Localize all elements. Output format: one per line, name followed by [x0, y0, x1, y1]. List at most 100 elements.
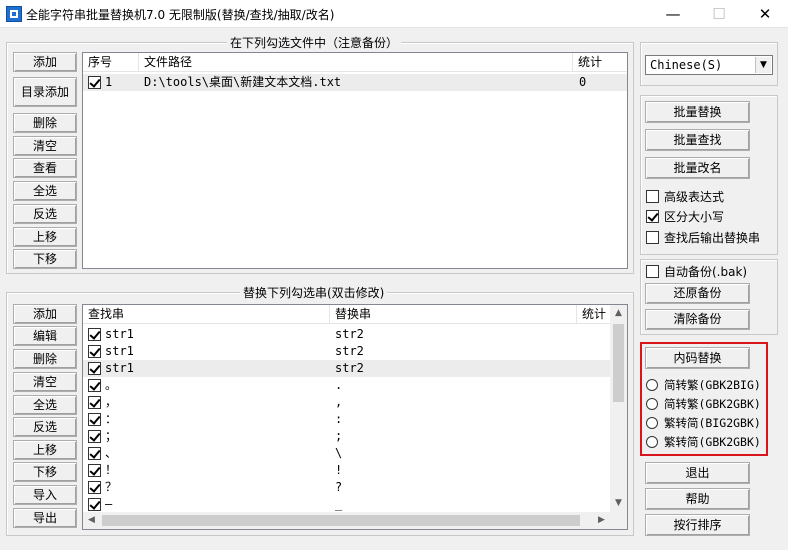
rule-row[interactable]: ！ !: [83, 462, 610, 479]
rule-row-checkbox[interactable]: [88, 464, 101, 477]
rule-row[interactable]: — _: [83, 496, 610, 513]
rule-move-down-button[interactable]: 下移: [13, 462, 77, 482]
radio-gbk2gbk-simp[interactable]: 繁转简(GBK2GBK): [646, 433, 764, 451]
auto-backup-option[interactable]: 自动备份(.bak): [646, 263, 774, 280]
auto-backup-checkbox[interactable]: [646, 265, 659, 278]
file-add-button[interactable]: 添加: [13, 52, 77, 72]
rule-row-checkbox[interactable]: [88, 413, 101, 426]
rule-invert-button[interactable]: 反选: [13, 417, 77, 437]
case-sensitive-checkbox[interactable]: [646, 210, 659, 223]
rule-edit-button[interactable]: 编辑: [13, 326, 77, 346]
file-list[interactable]: 序号 文件路径 统计 1 D:\tools\桌面\新建文本文档.txt 0: [82, 52, 628, 269]
close-button[interactable]: ✕: [742, 0, 788, 28]
rule-import-button[interactable]: 导入: [13, 485, 77, 505]
rule-row-checkbox[interactable]: [88, 430, 101, 443]
clear-backup-button[interactable]: 清除备份: [645, 309, 750, 330]
radio-big2gbk-label: 繁转简(BIG2GBK): [664, 416, 761, 430]
file-view-button[interactable]: 查看: [13, 158, 77, 178]
rule-clear-button[interactable]: 清空: [13, 372, 77, 392]
rule-replace: ?: [335, 480, 343, 494]
rule-row[interactable]: ？ ?: [83, 479, 610, 496]
language-value: Chinese(S): [650, 58, 723, 72]
dir-add-button[interactable]: 目录添加: [13, 77, 77, 107]
rule-delete-button[interactable]: 删除: [13, 349, 77, 369]
radio-gbk2gbk-simp-circle[interactable]: [646, 436, 658, 448]
language-select[interactable]: Chinese(S) ▼: [645, 55, 773, 75]
rule-row-checkbox[interactable]: [88, 362, 101, 375]
rule-row[interactable]: ， ,: [83, 394, 610, 411]
radio-gbk2big[interactable]: 简转繁(GBK2BIG): [646, 376, 764, 394]
file-invert-button[interactable]: 反选: [13, 204, 77, 224]
chevron-down-icon[interactable]: ▼: [755, 57, 771, 73]
case-sensitive-option[interactable]: 区分大小写: [646, 208, 774, 225]
file-move-up-button[interactable]: 上移: [13, 227, 77, 247]
file-row[interactable]: 1 D:\tools\桌面\新建文本文档.txt 0: [83, 74, 627, 91]
column-index[interactable]: 序号: [83, 53, 139, 72]
file-group-title: 在下列勾选文件中（注意备份）: [227, 34, 402, 51]
rule-row[interactable]: ： :: [83, 411, 610, 428]
minimize-button[interactable]: —: [650, 0, 696, 28]
rule-row-checkbox[interactable]: [88, 498, 101, 511]
radio-gbk2gbk-trad-circle[interactable]: [646, 398, 658, 410]
title-bar: 全能字符串批量替换机7.0 无限制版(替换/查找/抽取/改名) — ☐ ✕: [0, 0, 788, 28]
rule-row-checkbox[interactable]: [88, 447, 101, 460]
radio-gbk2gbk-trad-label: 简转繁(GBK2GBK): [664, 397, 761, 411]
rule-row[interactable]: 。 .: [83, 377, 610, 394]
help-button[interactable]: 帮助: [645, 488, 750, 510]
rule-add-button[interactable]: 添加: [13, 304, 77, 324]
exit-button[interactable]: 退出: [645, 462, 750, 484]
regex-option[interactable]: 高级表达式: [646, 188, 774, 205]
rule-list-vscrollbar[interactable]: ▲ ▼: [610, 305, 627, 512]
rule-row-checkbox[interactable]: [88, 481, 101, 494]
rule-row[interactable]: 、 \: [83, 445, 610, 462]
rule-find: 、: [105, 446, 118, 460]
scroll-left-icon[interactable]: ◀: [83, 512, 100, 529]
rule-list-hscrollbar[interactable]: ◀ ▶: [83, 512, 627, 529]
scroll-up-icon[interactable]: ▲: [610, 305, 627, 322]
batch-find-button[interactable]: 批量查找: [645, 129, 750, 151]
column-count[interactable]: 统计: [573, 53, 627, 72]
restore-backup-button[interactable]: 还原备份: [645, 283, 750, 304]
file-move-down-button[interactable]: 下移: [13, 249, 77, 269]
column-replace[interactable]: 替换串: [330, 305, 577, 324]
rule-row-checkbox[interactable]: [88, 396, 101, 409]
rule-row[interactable]: str1 str2: [83, 326, 610, 343]
batch-rename-button[interactable]: 批量改名: [645, 157, 750, 179]
hscroll-thumb[interactable]: [102, 515, 580, 526]
output-replace-checkbox[interactable]: [646, 231, 659, 244]
rule-export-button[interactable]: 导出: [13, 508, 77, 528]
rule-row[interactable]: ； ;: [83, 428, 610, 445]
file-row-count: 0: [579, 75, 587, 89]
scroll-right-icon[interactable]: ▶: [593, 512, 610, 529]
vscroll-thumb[interactable]: [613, 324, 624, 402]
rule-list[interactable]: 查找串 替换串 统计 str1 str2 str1 str2 str1 str2…: [82, 304, 628, 530]
radio-big2gbk-circle[interactable]: [646, 417, 658, 429]
file-delete-button[interactable]: 删除: [13, 113, 77, 133]
radio-big2gbk[interactable]: 繁转简(BIG2GBK): [646, 414, 764, 432]
rule-select-all-button[interactable]: 全选: [13, 395, 77, 415]
column-path[interactable]: 文件路径: [139, 53, 573, 72]
output-replace-option[interactable]: 查找后输出替换串: [646, 229, 776, 246]
radio-gbk2gbk-trad[interactable]: 简转繁(GBK2GBK): [646, 395, 764, 413]
sort-lines-button[interactable]: 按行排序: [645, 514, 750, 536]
rule-row-checkbox[interactable]: [88, 328, 101, 341]
radio-gbk2gbk-simp-label: 繁转简(GBK2GBK): [664, 435, 761, 449]
radio-gbk2big-circle[interactable]: [646, 379, 658, 391]
rule-row-checkbox[interactable]: [88, 345, 101, 358]
file-clear-button[interactable]: 清空: [13, 136, 77, 156]
rule-move-up-button[interactable]: 上移: [13, 440, 77, 460]
rule-row[interactable]: str1 str2: [83, 343, 610, 360]
app-icon: [6, 6, 22, 22]
scroll-down-icon[interactable]: ▼: [610, 495, 627, 512]
rule-row[interactable]: str1 str2: [83, 360, 610, 377]
batch-replace-button[interactable]: 批量替换: [645, 101, 750, 123]
file-row-checkbox[interactable]: [88, 76, 101, 89]
rule-row-checkbox[interactable]: [88, 379, 101, 392]
encoding-replace-button[interactable]: 内码替换: [645, 347, 750, 369]
file-row-index: 1: [105, 75, 113, 89]
rule-find: str1: [105, 327, 134, 341]
auto-backup-label: 自动备份(.bak): [664, 265, 748, 279]
regex-checkbox[interactable]: [646, 190, 659, 203]
column-find[interactable]: 查找串: [83, 305, 330, 324]
file-select-all-button[interactable]: 全选: [13, 181, 77, 201]
